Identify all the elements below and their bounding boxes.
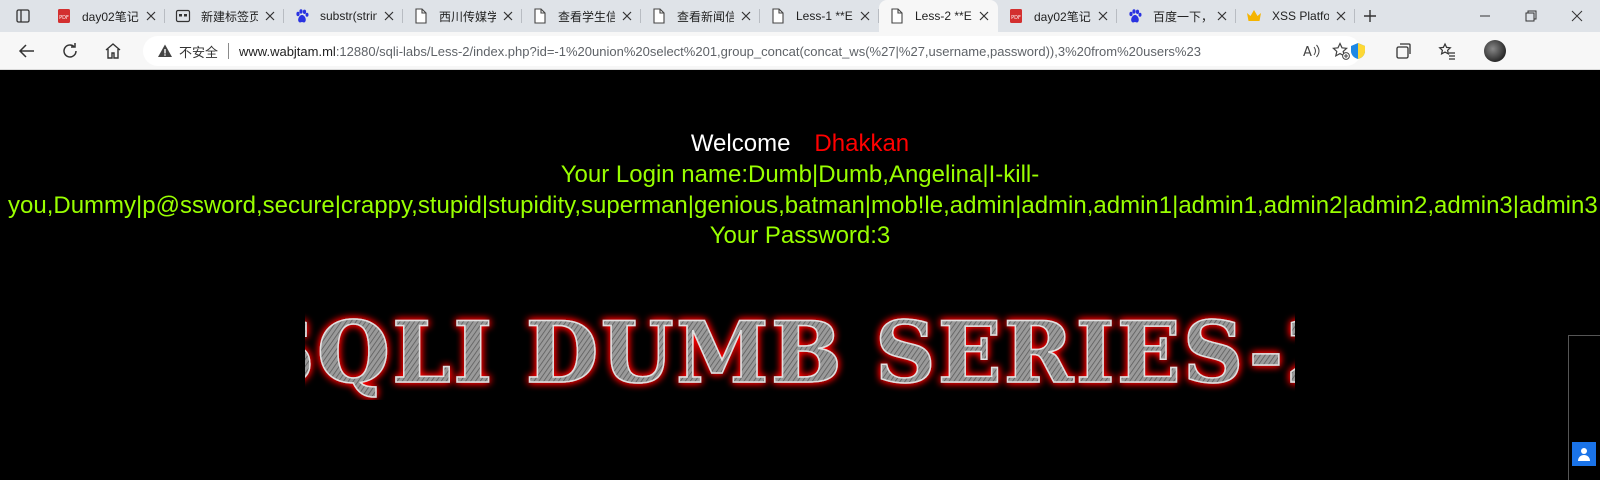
tab-label: day02笔记 [82,9,139,24]
browser-tab[interactable]: 百度一下， [1117,0,1236,32]
url-host: www.wabjtam.ml [239,43,336,59]
tab-actions-button[interactable] [0,0,46,32]
login-name-line-2: you,Dummy|p@ssword,secure|crappy,stupid|… [8,192,1598,219]
baidu-paw-icon [1127,8,1143,24]
browser-tab[interactable]: PDF day02笔记 [998,0,1117,32]
close-window-button[interactable] [1554,0,1600,32]
tab-actions-icon [16,9,30,23]
close-tab-icon[interactable] [976,8,992,24]
welcome-name: Dhakkan [814,130,910,157]
user-widget-button[interactable] [1572,442,1596,466]
minimize-icon [1480,15,1490,17]
read-aloud-button[interactable]: A [1301,41,1321,61]
tab-strip: PDF day02笔记 新建标签页 substr(string 西川传媒学 查看学生信 查看… [0,0,1600,32]
page-icon [770,8,786,24]
page-icon [413,8,429,24]
home-icon [105,43,121,59]
arrow-left-icon [18,44,34,58]
restore-button[interactable] [1508,0,1554,32]
refresh-icon [63,43,77,58]
browser-tab[interactable]: PDF day02笔记 [46,0,165,32]
browser-tab[interactable]: Less-2 **Erro [879,0,998,32]
login-name-line-1: Your Login name:Dumb|Dumb,Angelina|I-kil… [560,161,1040,188]
close-tab-icon[interactable] [1333,8,1349,24]
browser-tab[interactable]: XSS Platform [1236,0,1355,32]
page-icon [889,8,905,24]
user-icon [1578,448,1590,461]
close-tab-icon[interactable] [500,8,516,24]
browser-tab[interactable]: Less-1 **Erro [760,0,879,32]
browser-tab[interactable]: 查看学生信 [522,0,641,32]
tab-label: 查看新闻信 [677,9,734,24]
url-path: :12880/sqli-labs/Less-2/index.php?id=-1%… [335,43,1201,59]
address-divider [228,43,230,59]
pdf-icon: PDF [1008,8,1024,24]
favorites-button[interactable] [1432,36,1462,66]
password-line: Your Password:3 [709,222,891,249]
page-icon [651,8,667,24]
tab-label: 新建标签页 [201,9,258,24]
close-tab-icon[interactable] [381,8,397,24]
restore-icon [1525,10,1537,22]
warning-triangle-icon[interactable] [157,43,173,59]
tab-label: 百度一下， [1153,9,1210,24]
collections-button[interactable] [1388,36,1418,66]
tab-label: 查看学生信 [558,9,615,24]
browser-tab[interactable]: 西川传媒学 [403,0,522,32]
close-tab-icon[interactable] [857,8,873,24]
pdf-icon: PDF [56,8,72,24]
series-banner: SQLI DUMB SERIES-2 [305,310,1295,400]
extension-shield-icon [1351,43,1365,59]
welcome-line: Welcome Dhakkan [0,130,1600,158]
baidu-paw-icon [294,8,310,24]
window-controls [1462,0,1600,32]
browser-toolbar: 不安全 www.wabjtam.ml:12880/sqli-labs/Less-… [0,32,1600,70]
tab-label: day02笔记 [1034,9,1091,24]
address-bar[interactable]: 不安全 www.wabjtam.ml:12880/sqli-labs/Less-… [143,36,1361,66]
avatar [1484,40,1506,62]
svg-text:PDF: PDF [59,15,69,21]
home-button[interactable] [97,35,129,67]
url-text[interactable]: www.wabjtam.ml:12880/sqli-labs/Less-2/in… [239,44,1249,59]
close-tab-icon[interactable] [1095,8,1111,24]
banner-text: SQLI DUMB SERIES-2 [305,310,1295,400]
page-content: Welcome Dhakkan Your Login name:Dumb|Dumb… [0,70,1600,480]
read-aloud-icon: A [1303,44,1320,60]
close-icon [1571,10,1583,22]
page-icon [532,8,548,24]
favorites-icon [1438,42,1455,60]
security-status-label[interactable]: 不安全 [179,42,218,61]
browser-tab[interactable]: 查看新闻信 [641,0,760,32]
close-tab-icon[interactable] [143,8,159,24]
new-tab-button[interactable] [1355,0,1385,32]
tab-label: substr(string [320,9,377,23]
plus-icon [1364,10,1376,22]
crown-icon [1246,8,1262,24]
svg-text:PDF: PDF [1011,15,1021,21]
tab-label: Less-2 **Erro [915,9,972,23]
svg-text:A: A [1303,45,1312,60]
tab-label: Less-1 **Erro [796,9,853,23]
close-tab-icon[interactable] [619,8,635,24]
close-tab-icon[interactable] [1214,8,1230,24]
tab-label: 西川传媒学 [439,9,496,24]
close-tab-icon[interactable] [262,8,278,24]
back-button[interactable] [11,35,43,67]
extension-button[interactable] [1343,36,1373,66]
browser-tab[interactable]: substr(string [284,0,403,32]
browser-tab[interactable]: 新建标签页 [165,0,284,32]
profile-button[interactable] [1480,36,1510,66]
close-tab-icon[interactable] [738,8,754,24]
minimize-button[interactable] [1462,0,1508,32]
refresh-button[interactable] [54,35,86,67]
welcome-label: Welcome [690,130,791,157]
newtab-icon [175,8,191,24]
tab-label: XSS Platform [1272,9,1329,23]
collections-icon [1396,43,1411,59]
